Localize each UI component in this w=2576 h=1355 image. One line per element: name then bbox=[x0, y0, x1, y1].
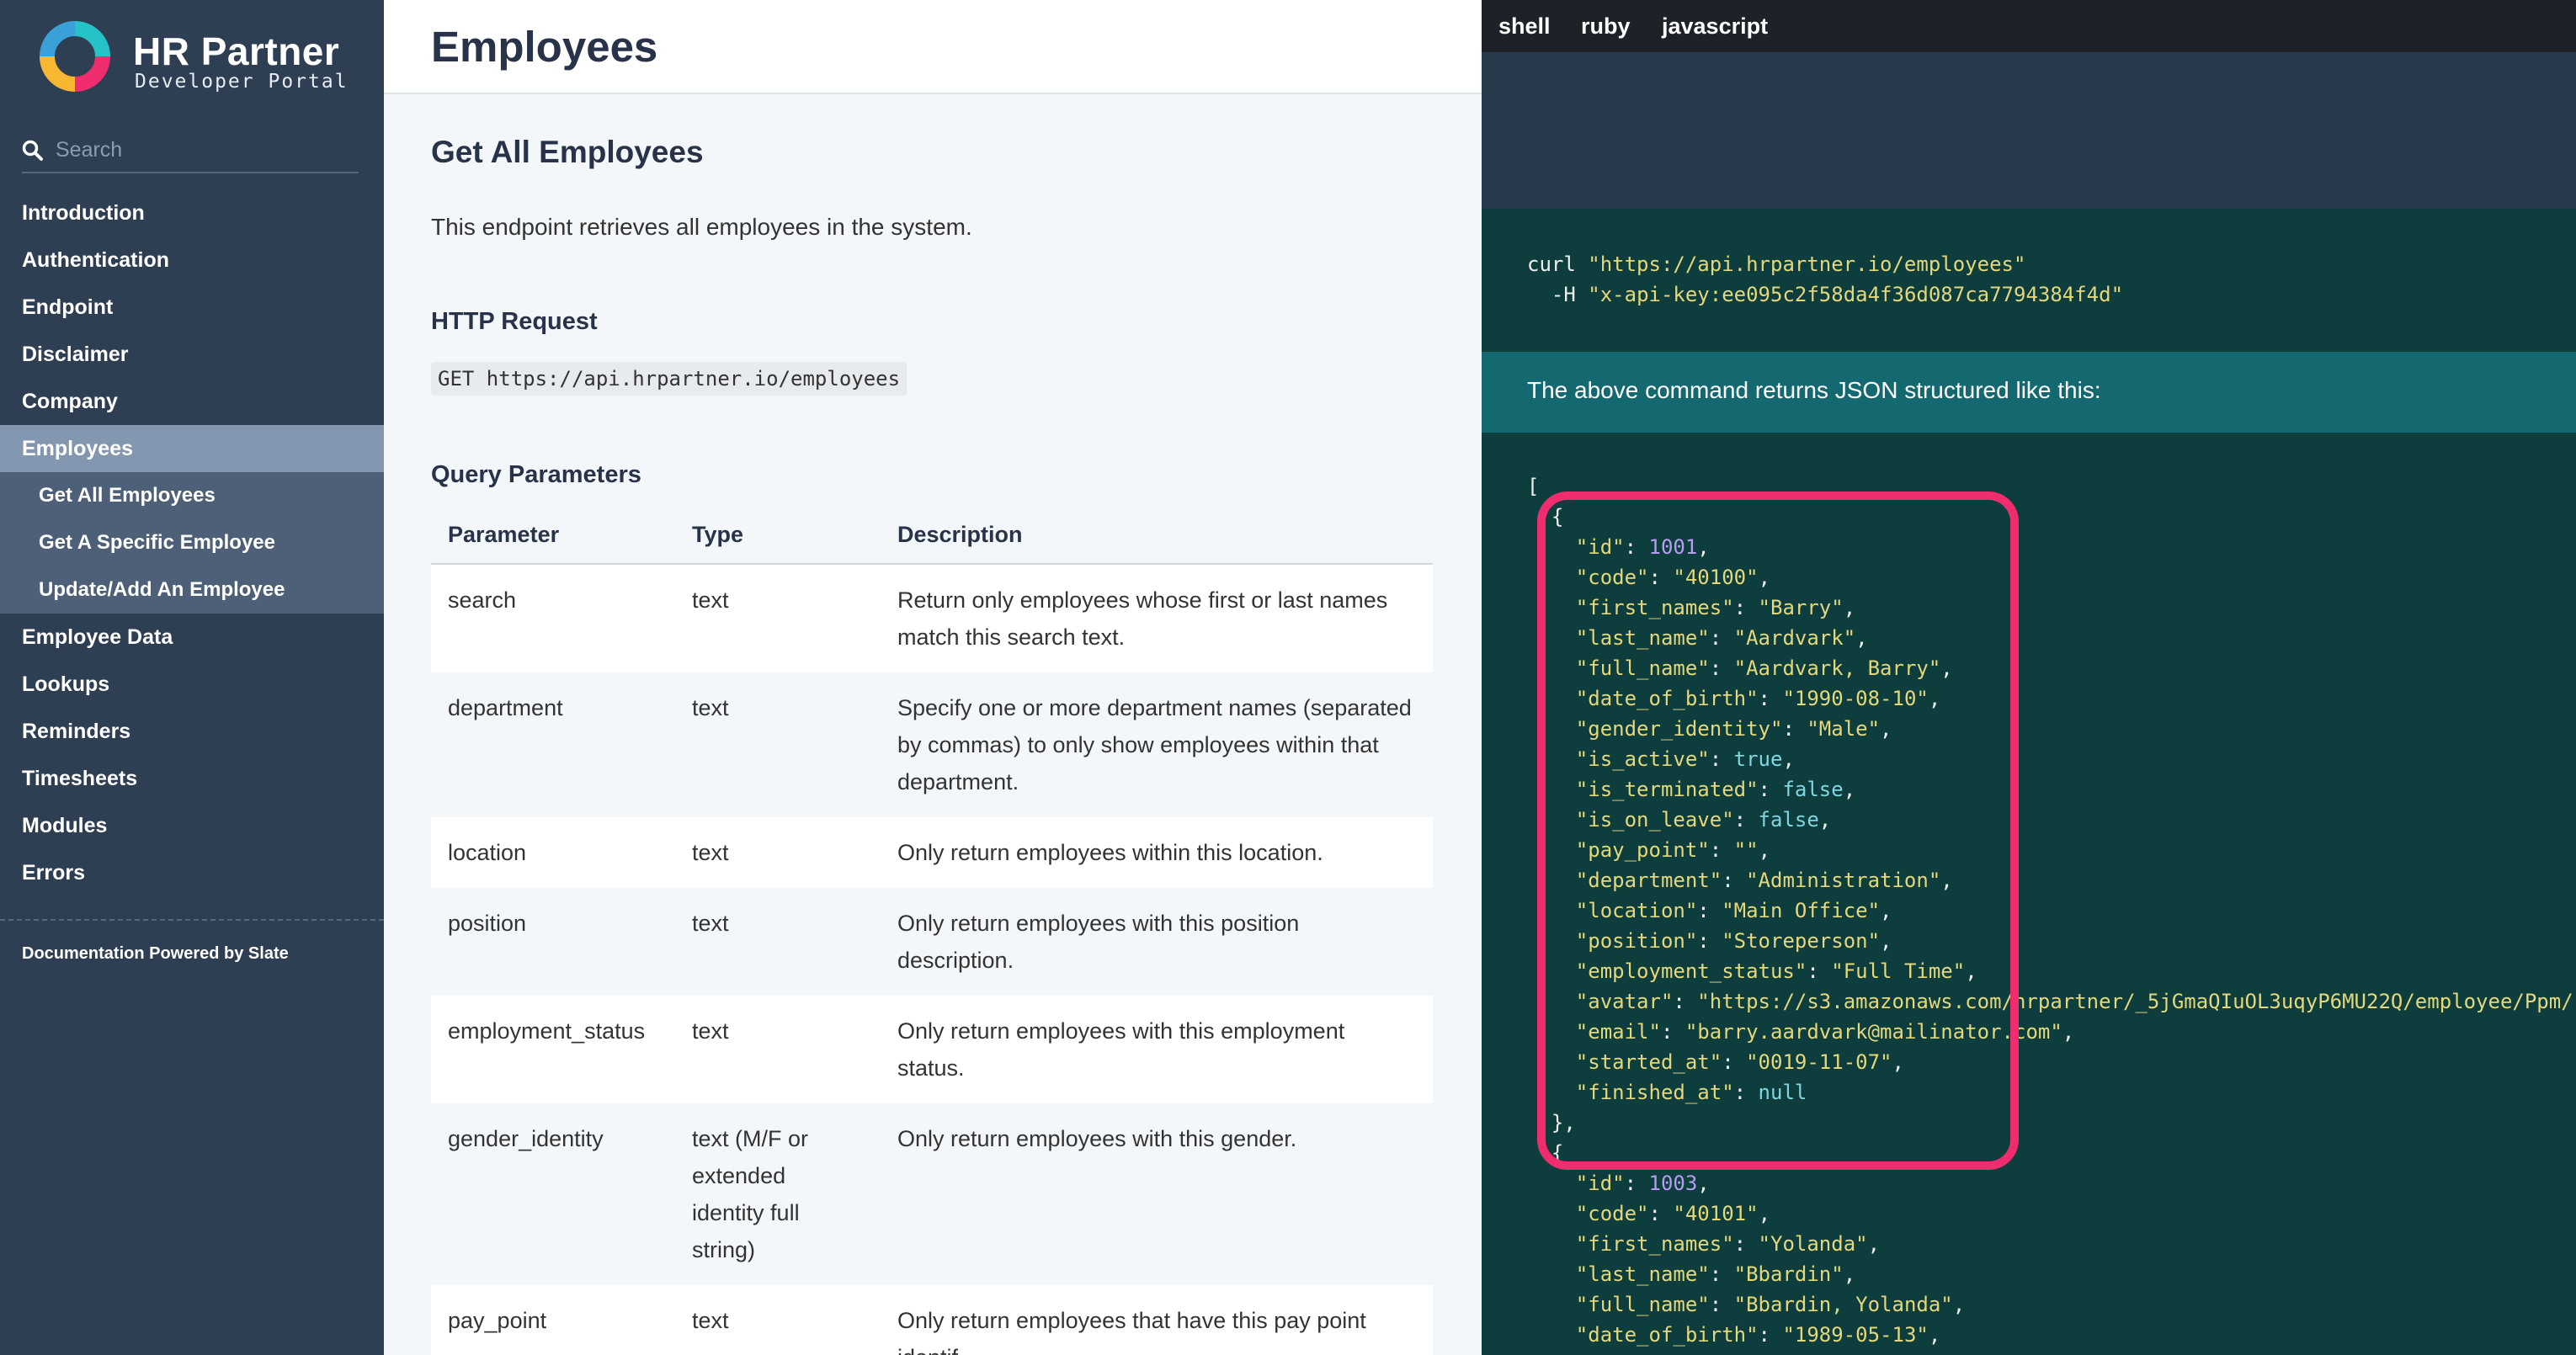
tab-javascript[interactable]: javascript bbox=[1662, 0, 1768, 52]
param-type: text bbox=[675, 1285, 881, 1355]
table-header-row: Parameter Type Description bbox=[431, 515, 1433, 565]
json-value: "1989-05-13" bbox=[1782, 1323, 1929, 1347]
table-row: search text Return only employees whose … bbox=[431, 564, 1433, 672]
table-header: Description bbox=[881, 515, 1433, 565]
curl-command: curl "https://api.hrpartner.io/employees… bbox=[1527, 249, 2123, 310]
param-name: gender_identity bbox=[431, 1103, 675, 1285]
sidebar-subitem-get-specific-employee[interactable]: Get A Specific Employee bbox=[0, 519, 384, 566]
query-parameters-heading: Query Parameters bbox=[431, 461, 641, 488]
sidebar-subnav-employees: Get All Employees Get A Specific Employe… bbox=[0, 472, 384, 614]
param-name: pay_point bbox=[431, 1285, 675, 1355]
param-name: location bbox=[431, 817, 675, 888]
json-line: "last_name": "Bbardin", bbox=[1575, 1262, 1856, 1286]
json-value: "40101" bbox=[1673, 1202, 1759, 1225]
curl-header: "x-api-key:ee095c2f58da4f36d087ca7794384… bbox=[1588, 283, 2124, 306]
sidebar-item-disclaimer[interactable]: Disclaimer bbox=[0, 331, 384, 378]
param-type: text bbox=[675, 817, 881, 888]
table-row: pay_point text Only return employees tha… bbox=[431, 1285, 1433, 1355]
json-key: "date_of_birth" bbox=[1575, 1323, 1759, 1347]
table-row: gender_identity text (M/F or extended id… bbox=[431, 1103, 1433, 1285]
json-line: "full_name": "Bbardin, Yolanda", bbox=[1575, 1293, 1966, 1316]
param-description: Only return employees within this locati… bbox=[881, 817, 1433, 888]
param-description: Only return employees with this gender. bbox=[881, 1103, 1433, 1285]
sidebar-item-timesheets[interactable]: Timesheets bbox=[0, 755, 384, 802]
section-title: Get All Employees bbox=[431, 135, 704, 169]
table-row: position text Only return employees with… bbox=[431, 888, 1433, 996]
hr-partner-logo-icon[interactable] bbox=[37, 19, 113, 94]
returns-note: The above command returns JSON structure… bbox=[1482, 352, 2576, 433]
table-header: Parameter bbox=[431, 515, 675, 565]
curl-flag: -H bbox=[1551, 283, 1576, 306]
param-type: text bbox=[675, 888, 881, 996]
sidebar-divider bbox=[0, 919, 384, 921]
search-box bbox=[22, 133, 359, 173]
tab-shell[interactable]: shell bbox=[1498, 0, 1551, 52]
sidebar: HR Partner Developer Portal Introduction… bbox=[0, 0, 384, 1355]
param-type: text bbox=[675, 564, 881, 672]
json-key: "last_name" bbox=[1575, 1262, 1710, 1286]
main-content: Employees Get All Employees This endpoin… bbox=[384, 0, 1482, 1355]
curl-keyword: curl bbox=[1527, 252, 1576, 276]
code-panel-header-band bbox=[1482, 52, 2576, 209]
sidebar-subitem-update-add-employee[interactable]: Update/Add An Employee bbox=[0, 566, 384, 614]
table-row: employment_status text Only return emplo… bbox=[431, 996, 1433, 1103]
sidebar-nav: Introduction Authentication Endpoint Dis… bbox=[0, 189, 384, 896]
tab-ruby[interactable]: ruby bbox=[1581, 0, 1631, 52]
param-type: text (M/F or extended identity full stri… bbox=[675, 1103, 881, 1285]
curl-url: "https://api.hrpartner.io/employees" bbox=[1588, 252, 2026, 276]
json-line: "code": "40101", bbox=[1575, 1202, 1771, 1225]
param-description: Specify one or more department names (se… bbox=[881, 672, 1433, 817]
brand-title: HR Partner bbox=[133, 29, 340, 73]
sidebar-item-employee-data[interactable]: Employee Data bbox=[0, 614, 384, 661]
table-header: Type bbox=[675, 515, 881, 565]
param-name: search bbox=[431, 564, 675, 672]
title-bar: Employees bbox=[384, 0, 1482, 94]
json-line: "id": 1003, bbox=[1575, 1172, 1710, 1195]
table-row: location text Only return employees with… bbox=[431, 817, 1433, 888]
brand-subtitle: Developer Portal bbox=[135, 71, 349, 93]
param-description: Only return employees with this employme… bbox=[881, 996, 1433, 1103]
json-key: "id" bbox=[1575, 1172, 1625, 1195]
json-line: "first_names": "Yolanda", bbox=[1575, 1232, 1881, 1256]
sidebar-item-company[interactable]: Company bbox=[0, 378, 384, 425]
sidebar-item-employees[interactable]: Employees bbox=[0, 425, 384, 472]
sidebar-item-errors[interactable]: Errors bbox=[0, 849, 384, 896]
powered-by-link[interactable]: Documentation Powered by Slate bbox=[22, 944, 289, 964]
param-type: text bbox=[675, 996, 881, 1103]
sidebar-subitem-get-all-employees[interactable]: Get All Employees bbox=[0, 472, 384, 519]
language-tabs: shell ruby javascript bbox=[1482, 0, 2576, 52]
param-name: position bbox=[431, 888, 675, 996]
sidebar-item-introduction[interactable]: Introduction bbox=[0, 189, 384, 236]
json-value: 1003 bbox=[1648, 1172, 1698, 1195]
highlight-annotation bbox=[1537, 492, 2019, 1170]
json-value: "Bbardin" bbox=[1733, 1262, 1844, 1286]
query-parameters-table: Parameter Type Description search text R… bbox=[431, 515, 1433, 1355]
sidebar-item-reminders[interactable]: Reminders bbox=[0, 708, 384, 755]
json-value: "Bbardin, Yolanda" bbox=[1733, 1293, 1953, 1316]
sidebar-item-endpoint[interactable]: Endpoint bbox=[0, 284, 384, 331]
json-key: "code" bbox=[1575, 1202, 1649, 1225]
sidebar-item-lookups[interactable]: Lookups bbox=[0, 661, 384, 708]
param-description: Only return employees that have this pay… bbox=[881, 1285, 1433, 1355]
search-input[interactable] bbox=[56, 133, 350, 167]
sidebar-item-authentication[interactable]: Authentication bbox=[0, 236, 384, 284]
json-key: "full_name" bbox=[1575, 1293, 1710, 1316]
returns-note-text: The above command returns JSON structure… bbox=[1527, 377, 2101, 403]
param-name: department bbox=[431, 672, 675, 817]
http-request-code: GET https://api.hrpartner.io/employees bbox=[431, 362, 907, 396]
json-value: "Yolanda" bbox=[1758, 1232, 1868, 1256]
table-row: department text Specify one or more depa… bbox=[431, 672, 1433, 817]
param-name: employment_status bbox=[431, 996, 675, 1103]
param-description: Return only employees whose first or las… bbox=[881, 564, 1433, 672]
json-key: "first_names" bbox=[1575, 1232, 1734, 1256]
section-intro: This endpoint retrieves all employees in… bbox=[431, 214, 972, 240]
json-line: "date_of_birth": "1989-05-13", bbox=[1575, 1323, 1941, 1347]
search-icon bbox=[22, 140, 43, 161]
page-title: Employees bbox=[431, 23, 658, 71]
param-type: text bbox=[675, 672, 881, 817]
param-description: Only return employees with this position… bbox=[881, 888, 1433, 996]
sidebar-item-modules[interactable]: Modules bbox=[0, 802, 384, 849]
http-request-heading: HTTP Request bbox=[431, 308, 598, 335]
